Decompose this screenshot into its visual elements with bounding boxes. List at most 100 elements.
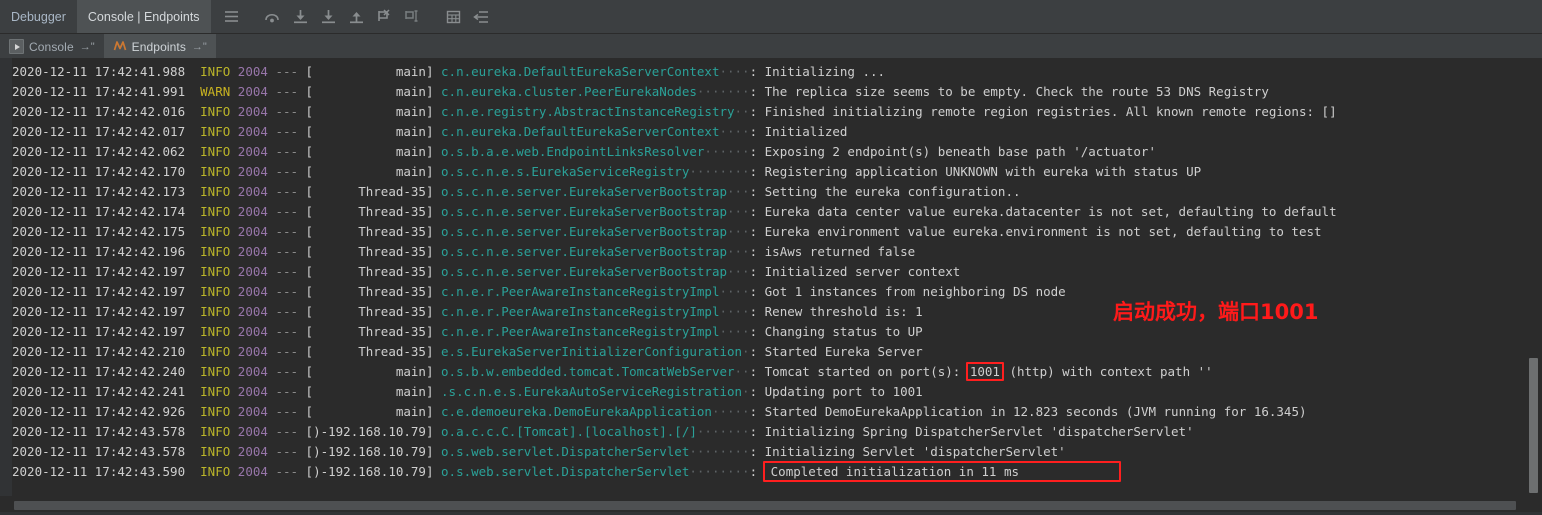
subtab-endpoints[interactable]: Endpoints →": [103, 34, 216, 59]
log-line: 2020-12-11 17:42:42.241 INFO 2004 --- [ …: [12, 382, 1522, 402]
log-level: INFO: [200, 264, 238, 279]
log-logger-pad: ··: [734, 364, 750, 379]
log-line: 2020-12-11 17:42:42.210 INFO 2004 --- [ …: [12, 342, 1522, 362]
log-pid: 2004: [237, 264, 276, 279]
log-pid: 2004: [237, 104, 276, 119]
log-colon: :: [749, 284, 765, 299]
log-level: INFO: [200, 184, 238, 199]
log-logger: c.n.e.registry.AbstractInstanceRegistry: [441, 104, 735, 119]
log-thread: [)-192.168.10.79]: [305, 424, 442, 439]
log-logger-pad: ···: [727, 244, 750, 259]
pin-icon-console[interactable]: →": [80, 41, 95, 53]
log-timestamp: 2020-12-11 17:42:42.196: [12, 244, 201, 259]
log-message: Setting the eureka configuration..: [764, 184, 1021, 199]
log-logger-pad: ····: [719, 64, 750, 79]
console-gutter: [0, 58, 12, 515]
log-colon: :: [749, 224, 765, 239]
soft-wrap-icon[interactable]: [469, 4, 495, 30]
log-level: INFO: [200, 384, 238, 399]
log-logger: c.n.eureka.cluster.PeerEurekaNodes: [441, 84, 697, 99]
log-message: Initializing Spring DispatcherServlet 'd…: [764, 424, 1194, 439]
log-logger-pad: ···: [727, 264, 750, 279]
step-over-icon[interactable]: [260, 4, 286, 30]
log-timestamp: 2020-12-11 17:42:42.197: [12, 264, 201, 279]
log-line: 2020-12-11 17:42:43.590 INFO 2004 --- [)…: [12, 461, 1522, 482]
log-line: 2020-12-11 17:42:43.578 INFO 2004 --- [)…: [12, 442, 1522, 462]
log-timestamp: 2020-12-11 17:42:42.210: [12, 344, 201, 359]
highlighted-completion-message: Completed initialization in 11 ms: [762, 461, 1122, 482]
log-logger-pad: ······: [704, 144, 750, 159]
tab-debugger[interactable]: Debugger: [0, 0, 77, 33]
log-line: 2020-12-11 17:42:42.196 INFO 2004 --- [ …: [12, 242, 1522, 262]
log-logger-pad: ·····: [711, 404, 750, 419]
log-pid: 2004: [237, 344, 276, 359]
log-pid: 2004: [237, 404, 276, 419]
log-colon: :: [749, 404, 765, 419]
log-logger: o.s.web.servlet.DispatcherServlet: [441, 464, 690, 479]
toolbar-icon-group: [211, 0, 495, 33]
log-line: 2020-12-11 17:42:42.174 INFO 2004 --- [ …: [12, 202, 1522, 222]
subtab-endpoints-label: Endpoints: [131, 39, 186, 54]
log-timestamp: 2020-12-11 17:42:43.578: [12, 424, 201, 439]
log-line: 2020-12-11 17:42:42.016 INFO 2004 --- [ …: [12, 102, 1522, 122]
log-thread: [ Thread-35]: [305, 184, 442, 199]
log-message: Got 1 instances from neighboring DS node: [764, 284, 1066, 299]
horizontal-scrollbar-thumb[interactable]: [14, 501, 1516, 510]
log-timestamp: 2020-12-11 17:42:42.017: [12, 124, 201, 139]
log-message: Started DemoEurekaApplication in 12.823 …: [764, 404, 1307, 419]
log-timestamp: 2020-12-11 17:42:42.173: [12, 184, 201, 199]
log-pid: 2004: [237, 64, 276, 79]
log-level: INFO: [200, 204, 238, 219]
log-pid: 2004: [237, 204, 276, 219]
log-thread: [ Thread-35]: [305, 244, 442, 259]
log-pid: 2004: [237, 384, 276, 399]
menu-icon[interactable]: [219, 4, 245, 30]
log-colon: :: [749, 144, 765, 159]
log-logger-pad: ··: [734, 104, 750, 119]
log-thread: [ main]: [305, 64, 442, 79]
table-view-icon[interactable]: [441, 4, 467, 30]
log-pid: 2004: [237, 444, 276, 459]
log-thread: [ Thread-35]: [305, 224, 442, 239]
log-logger: e.s.EurekaServerInitializerConfiguration: [441, 344, 743, 359]
log-level: INFO: [200, 404, 238, 419]
log-message: Renew threshold is: 1: [764, 304, 923, 319]
vertical-scrollbar-thumb[interactable]: [1529, 358, 1538, 493]
log-colon: :: [749, 304, 765, 319]
log-timestamp: 2020-12-11 17:42:42.241: [12, 384, 201, 399]
log-colon: :: [749, 444, 765, 459]
log-colon: :: [749, 124, 765, 139]
log-level: INFO: [200, 64, 238, 79]
force-step-into-icon[interactable]: [316, 4, 342, 30]
log-level: INFO: [200, 244, 238, 259]
log-separator: ---: [275, 244, 306, 259]
log-message: Started Eureka Server: [764, 344, 923, 359]
debug-toolbar: Debugger Console | Endpoints: [0, 0, 1542, 34]
evaluate-expression-icon[interactable]: [400, 4, 426, 30]
log-thread: [ main]: [305, 144, 442, 159]
log-separator: ---: [275, 144, 306, 159]
console-output-panel[interactable]: 2020-12-11 17:42:41.988 INFO 2004 --- [ …: [0, 58, 1542, 515]
pin-icon-endpoints[interactable]: →": [192, 41, 207, 53]
log-logger-pad: ····: [719, 304, 750, 319]
subtab-console[interactable]: Console →": [0, 34, 104, 59]
log-pid: 2004: [237, 284, 276, 299]
log-logger: c.n.e.r.PeerAwareInstanceRegistryImpl: [441, 284, 720, 299]
run-to-cursor-icon[interactable]: [372, 4, 398, 30]
log-pid: 2004: [237, 244, 276, 259]
log-thread: [ Thread-35]: [305, 264, 442, 279]
log-separator: ---: [275, 64, 306, 79]
log-level: INFO: [200, 304, 238, 319]
log-thread: [ main]: [305, 364, 442, 379]
log-message: isAws returned false: [764, 244, 916, 259]
log-level: INFO: [200, 464, 238, 479]
log-colon: :: [749, 204, 765, 219]
log-logger-pad: ·: [742, 344, 750, 359]
step-out-icon[interactable]: [344, 4, 370, 30]
step-into-icon[interactable]: [288, 4, 314, 30]
log-line: 2020-12-11 17:42:42.175 INFO 2004 --- [ …: [12, 222, 1522, 242]
log-thread: [ main]: [305, 384, 442, 399]
endpoints-icon: [113, 39, 127, 55]
log-logger: c.n.e.r.PeerAwareInstanceRegistryImpl: [441, 324, 720, 339]
tab-console-endpoints[interactable]: Console | Endpoints: [76, 0, 211, 33]
